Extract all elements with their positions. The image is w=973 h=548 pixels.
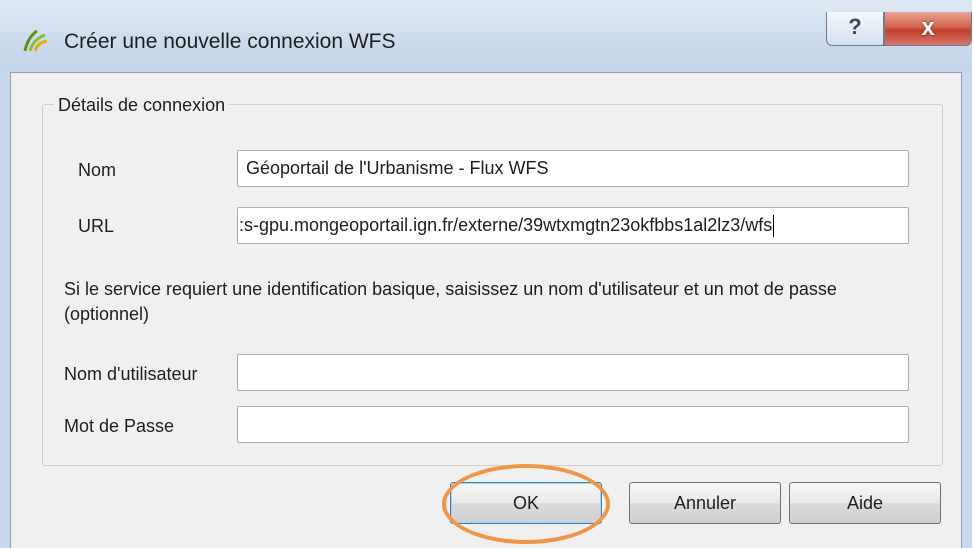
cancel-button[interactable]: Annuler	[629, 482, 781, 524]
password-label: Mot de Passe	[64, 416, 175, 436]
name-input[interactable]: Géoportail de l'Urbanisme - Flux WFS	[237, 150, 909, 187]
qgis-logo-icon	[23, 29, 48, 52]
group-legend: Détails de connexion	[54, 95, 230, 116]
help-caption-button[interactable]: ?	[826, 12, 884, 46]
question-icon: ?	[848, 14, 862, 39]
close-icon: x	[921, 14, 935, 41]
close-button[interactable]: x	[884, 12, 972, 46]
username-input[interactable]	[237, 354, 909, 391]
name-label: Nom	[78, 160, 117, 180]
username-label: Nom d'utilisateur	[64, 364, 198, 384]
auth-note: Si le service requiert une identificatio…	[64, 279, 837, 324]
window-title: Créer une nouvelle connexion WFS	[64, 30, 396, 53]
dialog-window: Créer une nouvelle connexion WFS ? x Dét…	[0, 0, 972, 548]
url-label: URL	[78, 216, 115, 236]
text-cursor	[773, 215, 775, 238]
url-value: :s-gpu.mongeoportail.ign.fr/externe/39wt…	[239, 215, 773, 235]
title-bar[interactable]: Créer une nouvelle connexion WFS ? x	[0, 0, 972, 72]
url-input[interactable]: :s-gpu.mongeoportail.ign.fr/externe/39wt…	[237, 207, 909, 244]
help-button[interactable]: Aide	[789, 482, 941, 524]
ok-button[interactable]: OK	[450, 482, 602, 524]
password-input[interactable]	[237, 406, 909, 443]
name-value: Géoportail de l'Urbanisme - Flux WFS	[246, 158, 549, 178]
